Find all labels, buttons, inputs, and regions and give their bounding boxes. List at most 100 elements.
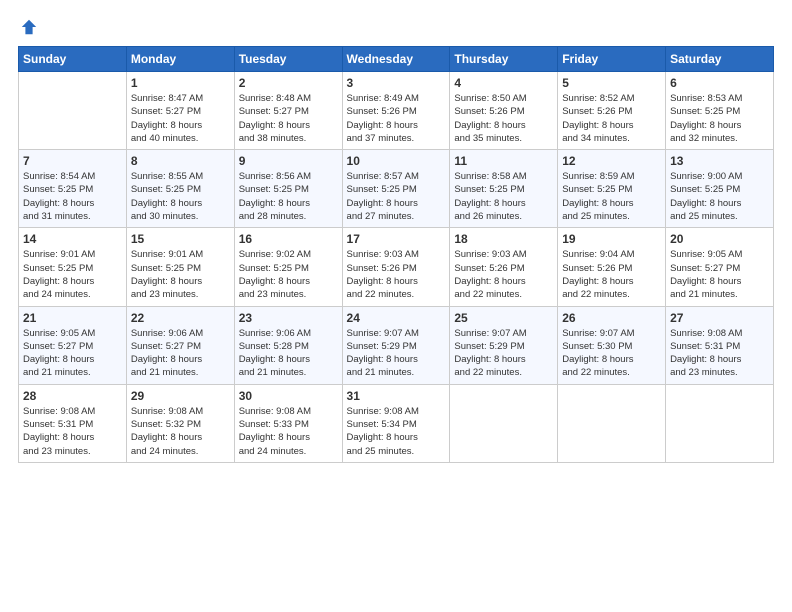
day-info: Sunrise: 9:03 AM Sunset: 5:26 PM Dayligh… (454, 248, 553, 301)
day-cell: 18 Sunrise: 9:03 AM Sunset: 5:26 PM Dayli… (450, 228, 558, 306)
day-number: 6 (670, 76, 769, 90)
day-cell: 14 Sunrise: 9:01 AM Sunset: 5:25 PM Dayli… (19, 228, 127, 306)
header-cell-friday: Friday (558, 47, 666, 72)
day-info: Sunrise: 8:55 AM Sunset: 5:25 PM Dayligh… (131, 170, 230, 223)
day-number: 26 (562, 311, 661, 325)
day-cell: 7 Sunrise: 8:54 AM Sunset: 5:25 PM Daylig… (19, 150, 127, 228)
day-number: 14 (23, 232, 122, 246)
day-cell: 27Sunrise: 9:08 AM Sunset: 5:31 PM Dayli… (666, 306, 774, 384)
day-cell (19, 72, 127, 150)
day-info: Sunrise: 8:54 AM Sunset: 5:25 PM Dayligh… (23, 170, 122, 223)
header (18, 18, 774, 36)
day-info: Sunrise: 9:01 AM Sunset: 5:25 PM Dayligh… (23, 248, 122, 301)
day-number: 9 (239, 154, 338, 168)
day-number: 8 (131, 154, 230, 168)
day-cell: 20Sunrise: 9:05 AM Sunset: 5:27 PM Dayli… (666, 228, 774, 306)
day-info: Sunrise: 9:06 AM Sunset: 5:27 PM Dayligh… (131, 327, 230, 380)
day-number: 19 (562, 232, 661, 246)
day-cell: 6 Sunrise: 8:53 AM Sunset: 5:25 PM Daylig… (666, 72, 774, 150)
day-cell: 16 Sunrise: 9:02 AM Sunset: 5:25 PM Dayli… (234, 228, 342, 306)
day-number: 18 (454, 232, 553, 246)
day-cell: 13 Sunrise: 9:00 AM Sunset: 5:25 PM Dayli… (666, 150, 774, 228)
header-cell-saturday: Saturday (666, 47, 774, 72)
day-info: Sunrise: 8:59 AM Sunset: 5:25 PM Dayligh… (562, 170, 661, 223)
day-number: 2 (239, 76, 338, 90)
day-cell (558, 384, 666, 462)
day-number: 22 (131, 311, 230, 325)
day-number: 15 (131, 232, 230, 246)
day-info: Sunrise: 9:00 AM Sunset: 5:25 PM Dayligh… (670, 170, 769, 223)
day-info: Sunrise: 9:01 AM Sunset: 5:25 PM Dayligh… (131, 248, 230, 301)
day-number: 13 (670, 154, 769, 168)
day-cell: 3 Sunrise: 8:49 AM Sunset: 5:26 PM Daylig… (342, 72, 450, 150)
day-cell: 30Sunrise: 9:08 AM Sunset: 5:33 PM Dayli… (234, 384, 342, 462)
day-number: 31 (347, 389, 446, 403)
day-info: Sunrise: 9:08 AM Sunset: 5:32 PM Dayligh… (131, 405, 230, 458)
day-info: Sunrise: 9:07 AM Sunset: 5:29 PM Dayligh… (454, 327, 553, 380)
day-info: Sunrise: 9:03 AM Sunset: 5:26 PM Dayligh… (347, 248, 446, 301)
day-cell: 10Sunrise: 8:57 AM Sunset: 5:25 PM Dayli… (342, 150, 450, 228)
day-number: 30 (239, 389, 338, 403)
day-info: Sunrise: 9:04 AM Sunset: 5:26 PM Dayligh… (562, 248, 661, 301)
calendar-table: SundayMondayTuesdayWednesdayThursdayFrid… (18, 46, 774, 463)
day-info: Sunrise: 8:58 AM Sunset: 5:25 PM Dayligh… (454, 170, 553, 223)
day-cell: 21 Sunrise: 9:05 AM Sunset: 5:27 PM Dayli… (19, 306, 127, 384)
day-cell: 15 Sunrise: 9:01 AM Sunset: 5:25 PM Dayli… (126, 228, 234, 306)
day-info: Sunrise: 8:47 AM Sunset: 5:27 PM Dayligh… (131, 92, 230, 145)
day-number: 12 (562, 154, 661, 168)
day-cell: 22 Sunrise: 9:06 AM Sunset: 5:27 PM Dayli… (126, 306, 234, 384)
day-cell: 5 Sunrise: 8:52 AM Sunset: 5:26 PM Daylig… (558, 72, 666, 150)
day-number: 21 (23, 311, 122, 325)
day-cell: 28Sunrise: 9:08 AM Sunset: 5:31 PM Dayli… (19, 384, 127, 462)
day-number: 25 (454, 311, 553, 325)
day-info: Sunrise: 8:52 AM Sunset: 5:26 PM Dayligh… (562, 92, 661, 145)
day-info: Sunrise: 9:05 AM Sunset: 5:27 PM Dayligh… (23, 327, 122, 380)
day-info: Sunrise: 9:07 AM Sunset: 5:29 PM Dayligh… (347, 327, 446, 380)
day-number: 4 (454, 76, 553, 90)
logo (18, 18, 38, 36)
day-cell: 25 Sunrise: 9:07 AM Sunset: 5:29 PM Dayli… (450, 306, 558, 384)
day-info: Sunrise: 8:56 AM Sunset: 5:25 PM Dayligh… (239, 170, 338, 223)
day-number: 5 (562, 76, 661, 90)
day-number: 3 (347, 76, 446, 90)
day-info: Sunrise: 8:53 AM Sunset: 5:25 PM Dayligh… (670, 92, 769, 145)
day-info: Sunrise: 8:57 AM Sunset: 5:25 PM Dayligh… (347, 170, 446, 223)
header-cell-monday: Monday (126, 47, 234, 72)
day-cell: 11 Sunrise: 8:58 AM Sunset: 5:25 PM Dayli… (450, 150, 558, 228)
day-number: 24 (347, 311, 446, 325)
week-row-4: 21 Sunrise: 9:05 AM Sunset: 5:27 PM Dayli… (19, 306, 774, 384)
week-row-5: 28Sunrise: 9:08 AM Sunset: 5:31 PM Dayli… (19, 384, 774, 462)
header-cell-wednesday: Wednesday (342, 47, 450, 72)
day-info: Sunrise: 9:02 AM Sunset: 5:25 PM Dayligh… (239, 248, 338, 301)
page: SundayMondayTuesdayWednesdayThursdayFrid… (0, 0, 792, 612)
week-row-2: 7 Sunrise: 8:54 AM Sunset: 5:25 PM Daylig… (19, 150, 774, 228)
day-cell: 9 Sunrise: 8:56 AM Sunset: 5:25 PM Daylig… (234, 150, 342, 228)
day-info: Sunrise: 9:06 AM Sunset: 5:28 PM Dayligh… (239, 327, 338, 380)
week-row-3: 14 Sunrise: 9:01 AM Sunset: 5:25 PM Dayli… (19, 228, 774, 306)
day-cell: 17Sunrise: 9:03 AM Sunset: 5:26 PM Dayli… (342, 228, 450, 306)
day-info: Sunrise: 8:49 AM Sunset: 5:26 PM Dayligh… (347, 92, 446, 145)
day-number: 16 (239, 232, 338, 246)
day-number: 29 (131, 389, 230, 403)
week-row-1: 1 Sunrise: 8:47 AM Sunset: 5:27 PM Daylig… (19, 72, 774, 150)
day-cell (666, 384, 774, 462)
day-number: 1 (131, 76, 230, 90)
day-cell: 4Sunrise: 8:50 AM Sunset: 5:26 PM Daylig… (450, 72, 558, 150)
header-cell-thursday: Thursday (450, 47, 558, 72)
day-cell: 8 Sunrise: 8:55 AM Sunset: 5:25 PM Daylig… (126, 150, 234, 228)
day-number: 20 (670, 232, 769, 246)
day-info: Sunrise: 9:08 AM Sunset: 5:31 PM Dayligh… (23, 405, 122, 458)
header-row: SundayMondayTuesdayWednesdayThursdayFrid… (19, 47, 774, 72)
day-cell (450, 384, 558, 462)
day-number: 23 (239, 311, 338, 325)
day-info: Sunrise: 8:48 AM Sunset: 5:27 PM Dayligh… (239, 92, 338, 145)
day-cell: 23 Sunrise: 9:06 AM Sunset: 5:28 PM Dayli… (234, 306, 342, 384)
day-cell: 24 Sunrise: 9:07 AM Sunset: 5:29 PM Dayli… (342, 306, 450, 384)
day-cell: 2 Sunrise: 8:48 AM Sunset: 5:27 PM Daylig… (234, 72, 342, 150)
day-cell: 1 Sunrise: 8:47 AM Sunset: 5:27 PM Daylig… (126, 72, 234, 150)
day-cell: 29 Sunrise: 9:08 AM Sunset: 5:32 PM Dayli… (126, 384, 234, 462)
day-cell: 31Sunrise: 9:08 AM Sunset: 5:34 PM Dayli… (342, 384, 450, 462)
day-number: 11 (454, 154, 553, 168)
day-number: 7 (23, 154, 122, 168)
logo-icon (20, 18, 38, 36)
